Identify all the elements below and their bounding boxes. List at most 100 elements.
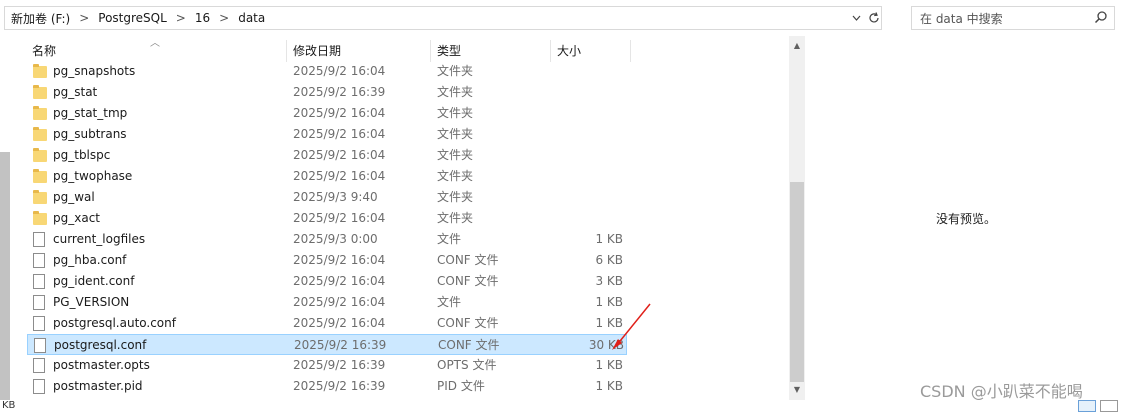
file-icon <box>33 295 45 310</box>
folder-icon <box>33 211 47 225</box>
file-date: 2025/9/2 16:04 <box>293 148 386 162</box>
file-date: 2025/9/2 16:04 <box>293 106 386 120</box>
folder-icon <box>33 127 47 141</box>
file-row[interactable]: pg_subtrans 2025/9/2 16:04 文件夹 <box>27 124 627 145</box>
column-header-date[interactable]: 修改日期 <box>293 38 341 62</box>
preview-pane: 没有预览。 <box>806 36 1126 400</box>
file-icon <box>33 232 45 247</box>
file-name: pg_subtrans <box>53 127 127 141</box>
file-size <box>547 208 623 229</box>
file-name: pg_hba.conf <box>53 253 127 267</box>
file-type: 文件夹 <box>437 190 474 204</box>
file-list: ︿ 名称 修改日期 类型 大小 pg_snapshots 2025/9/2 16:… <box>0 36 800 400</box>
column-header-size[interactable]: 大小 <box>557 38 581 62</box>
large-icons-view-button[interactable] <box>1100 400 1118 412</box>
column-divider[interactable] <box>550 40 551 62</box>
file-row[interactable]: pg_stat 2025/9/2 16:39 文件夹 <box>27 82 627 103</box>
file-row[interactable]: postgresql.conf 2025/9/2 16:39 CONF 文件 30 K… <box>27 334 627 355</box>
file-type: CONF 文件 <box>437 253 499 267</box>
breadcrumb-separator[interactable]: > <box>79 11 89 25</box>
details-view-button[interactable] <box>1078 400 1096 412</box>
file-row[interactable]: pg_stat_tmp 2025/9/2 16:04 文件夹 <box>27 103 627 124</box>
scroll-down-icon[interactable]: ▼ <box>789 382 805 398</box>
file-date: 2025/9/2 16:04 <box>293 316 386 330</box>
file-type: PID 文件 <box>437 379 485 393</box>
file-row[interactable]: postgresql.auto.conf 2025/9/2 16:04 CONF 文… <box>27 313 627 334</box>
file-date: 2025/9/2 16:04 <box>293 274 386 288</box>
file-date: 2025/9/2 16:39 <box>293 358 386 372</box>
breadcrumb-16[interactable]: 16 <box>195 11 210 25</box>
file-size <box>547 145 623 166</box>
column-divider[interactable] <box>630 40 631 62</box>
file-row[interactable]: pg_snapshots 2025/9/2 16:04 文件夹 <box>27 61 627 82</box>
breadcrumb-drive[interactable]: 新加卷 (F:) <box>11 10 70 27</box>
scroll-up-icon[interactable]: ▲ <box>789 38 805 54</box>
file-size <box>547 187 623 208</box>
scrollbar-thumb[interactable] <box>0 152 10 400</box>
file-row[interactable]: PG_VERSION 2025/9/2 16:04 文件 1 KB <box>27 292 627 313</box>
file-size: 1 KB <box>595 379 623 393</box>
breadcrumb-separator[interactable]: > <box>176 11 186 25</box>
file-row[interactable]: postmaster.pid 2025/9/2 16:39 PID 文件 1 KB <box>27 376 627 397</box>
file-date: 2025/9/2 16:39 <box>293 379 386 393</box>
status-text: KB <box>2 400 16 411</box>
file-icon <box>34 338 46 353</box>
file-name: pg_stat <box>53 85 98 99</box>
file-name: current_logfiles <box>53 232 146 246</box>
file-name: postmaster.pid <box>53 379 143 393</box>
file-name: pg_xact <box>53 211 100 225</box>
breadcrumb-separator[interactable]: > <box>219 11 229 25</box>
breadcrumb-data[interactable]: data <box>238 11 265 25</box>
file-row[interactable]: pg_ident.conf 2025/9/2 16:04 CONF 文件 3 KB <box>27 271 627 292</box>
file-date: 2025/9/3 0:00 <box>293 232 378 246</box>
column-header-date-label: 修改日期 <box>293 43 342 58</box>
file-row[interactable]: pg_wal 2025/9/3 9:40 文件夹 <box>27 187 627 208</box>
search-placeholder: 在 data 中搜索 <box>920 11 1003 26</box>
file-name: pg_twophase <box>53 169 133 183</box>
file-type: 文件夹 <box>437 106 474 120</box>
navigation-pane-scrollbar[interactable] <box>0 40 10 400</box>
file-type: CONF 文件 <box>438 338 500 352</box>
file-row[interactable]: pg_xact 2025/9/2 16:04 文件夹 <box>27 208 627 229</box>
file-size: 6 KB <box>595 253 623 267</box>
file-row[interactable]: current_logfiles 2025/9/3 0:00 文件 1 KB <box>27 229 627 250</box>
file-size: 1 KB <box>595 232 623 246</box>
file-date: 2025/9/2 16:04 <box>293 295 386 309</box>
column-header-size-label: 大小 <box>557 43 582 58</box>
file-name: postgresql.conf <box>54 338 147 352</box>
top-bar: 新加卷 (F:) > PostgreSQL > 16 > data 在 data… <box>0 0 1126 36</box>
status-bar: KB <box>0 400 1126 412</box>
file-row[interactable]: pg_tblspc 2025/9/2 16:04 文件夹 <box>27 145 627 166</box>
scrollbar-thumb[interactable] <box>790 182 804 382</box>
no-preview-message: 没有预览。 <box>936 212 997 226</box>
file-type: 文件夹 <box>437 85 474 99</box>
file-type: 文件 <box>437 295 462 309</box>
file-date: 2025/9/2 16:04 <box>293 253 386 267</box>
file-name: postgresql.auto.conf <box>53 316 176 330</box>
file-size <box>547 61 623 82</box>
column-header-type[interactable]: 类型 <box>437 38 461 62</box>
column-header-name[interactable]: 名称 <box>32 38 56 62</box>
file-row[interactable]: pg_twophase 2025/9/2 16:04 文件夹 <box>27 166 627 187</box>
refresh-icon[interactable] <box>865 7 883 29</box>
search-input[interactable]: 在 data 中搜索 <box>911 6 1115 30</box>
file-icon <box>33 358 45 373</box>
file-list-scrollbar[interactable]: ▲ ▼ <box>789 36 805 400</box>
file-size: 1 KB <box>595 358 623 372</box>
file-row[interactable]: pg_hba.conf 2025/9/2 16:04 CONF 文件 6 KB <box>27 250 627 271</box>
file-type: 文件 <box>437 232 462 246</box>
file-name: pg_snapshots <box>53 64 136 78</box>
search-icon[interactable] <box>1094 10 1108 27</box>
file-size <box>547 124 623 145</box>
file-name: postmaster.opts <box>53 358 150 372</box>
chevron-down-icon[interactable] <box>847 7 865 29</box>
address-bar[interactable]: 新加卷 (F:) > PostgreSQL > 16 > data <box>4 6 882 30</box>
file-icon <box>33 379 45 394</box>
file-row[interactable]: postmaster.opts 2025/9/2 16:39 OPTS 文件 1 KB <box>27 355 627 376</box>
file-date: 2025/9/3 9:40 <box>293 190 378 204</box>
breadcrumb-postgresql[interactable]: PostgreSQL <box>98 11 167 25</box>
file-size: 3 KB <box>595 274 623 288</box>
sort-ascending-icon: ︿ <box>150 38 160 49</box>
column-divider[interactable] <box>430 40 431 62</box>
column-divider[interactable] <box>286 40 287 62</box>
